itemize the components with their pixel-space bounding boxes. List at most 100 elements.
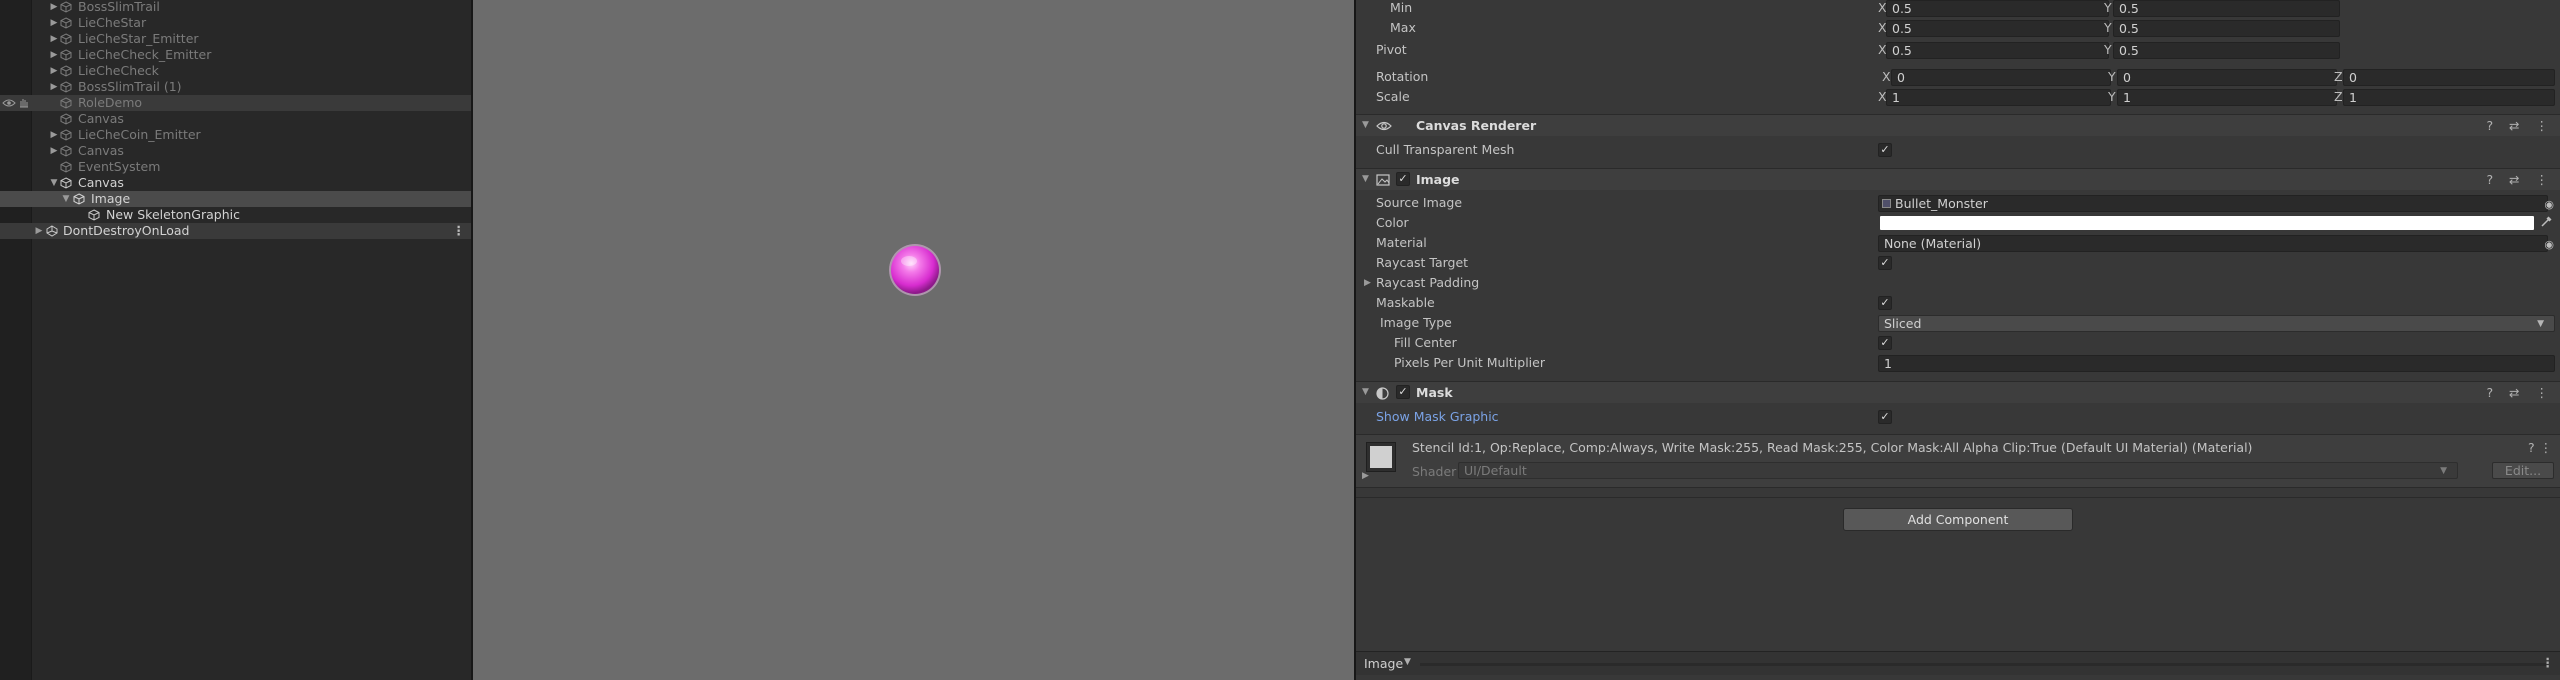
pixels-per-unit-field[interactable]: 1 bbox=[1878, 355, 2555, 372]
hierarchy-item-label: DontDestroyOnLoad bbox=[63, 223, 190, 238]
component-title: Image bbox=[1416, 172, 1460, 187]
pivot-y-field[interactable]: 0.5 bbox=[2113, 42, 2340, 59]
foldout-arrow-icon[interactable]: ▶ bbox=[1362, 471, 1369, 481]
preview-title[interactable]: Image bbox=[1364, 656, 1403, 671]
expand-arrow-icon[interactable]: ▶ bbox=[49, 143, 59, 159]
gameobject-cube-icon bbox=[60, 81, 72, 93]
scale-z-field[interactable]: 1 bbox=[2343, 89, 2555, 106]
collapse-arrow-icon[interactable]: ▼ bbox=[49, 175, 59, 191]
material-preview-block: Stencil Id:1, Op:Replace, Comp:Always, W… bbox=[1356, 434, 2560, 488]
expand-arrow-icon[interactable]: ▶ bbox=[49, 31, 59, 47]
image-component-header[interactable]: ▼ ✓ Image ? ⇄ ⋮ bbox=[1356, 168, 2560, 190]
hierarchy-item-canvas-2[interactable]: ▶ Canvas bbox=[0, 143, 471, 159]
color-swatch[interactable] bbox=[1880, 216, 2534, 230]
hierarchy-item-label: LieCheStar bbox=[78, 15, 147, 30]
rotation-x-field[interactable]: 0 bbox=[1891, 69, 2111, 86]
hierarchy-item-eventsystem[interactable]: EventSystem bbox=[0, 159, 471, 175]
raycast-padding-row[interactable]: ▶ Raycast Padding bbox=[1356, 273, 2560, 293]
scene-view[interactable] bbox=[473, 0, 1354, 680]
scale-x-field[interactable]: 1 bbox=[1886, 89, 2111, 106]
hierarchy-item-dontdestroyonload[interactable]: ▶ DontDestroyOnLoad ⋮ bbox=[0, 223, 471, 239]
anchor-max-y-field[interactable]: 0.5 bbox=[2113, 20, 2340, 37]
mask-enabled-checkbox[interactable]: ✓ bbox=[1396, 385, 1410, 399]
bullet-orb-sprite bbox=[889, 244, 941, 296]
expand-arrow-icon[interactable]: ▶ bbox=[49, 127, 59, 143]
hierarchy-item-canvas[interactable]: Canvas bbox=[0, 111, 471, 127]
gameobject-cube-icon bbox=[88, 209, 100, 221]
expand-arrow-icon[interactable]: ▶ bbox=[49, 15, 59, 31]
hierarchy-panel: ▶ BossSlimTrail ▶ LieCheStar ▶ LieCheSta… bbox=[0, 0, 471, 680]
image-type-dropdown[interactable]: Sliced ▼ bbox=[1878, 315, 2555, 332]
scale-row: Scale X 1 Y 1 Z 1 bbox=[1356, 87, 2560, 107]
anchor-min-x-field[interactable]: 0.5 bbox=[1886, 0, 2109, 17]
axis-label: Y bbox=[2108, 89, 2116, 104]
more-options-icon[interactable]: ⋮ bbox=[453, 223, 466, 239]
fill-center-checkbox[interactable]: ✓ bbox=[1878, 336, 1892, 350]
hierarchy-item-liechecoin-emitter[interactable]: ▶ LieCheCoin_Emitter bbox=[0, 127, 471, 143]
component-header-icons[interactable]: ? ⇄ ⋮ bbox=[2486, 115, 2554, 136]
image-enabled-checkbox[interactable]: ✓ bbox=[1396, 172, 1410, 186]
component-title: Canvas Renderer bbox=[1416, 118, 1537, 133]
fill-center-row: Fill Center ✓ bbox=[1356, 333, 2560, 353]
add-component-button[interactable]: Add Component bbox=[1843, 508, 2073, 531]
foldout-arrow-icon[interactable]: ▼ bbox=[1362, 169, 1369, 190]
pickable-hand-icon[interactable] bbox=[18, 98, 30, 108]
material-header-icons[interactable]: ?⋮ bbox=[2528, 440, 2557, 455]
hierarchy-item-image[interactable]: ▼ Image bbox=[0, 191, 471, 207]
anchor-max-x-field[interactable]: 0.5 bbox=[1886, 20, 2109, 37]
expand-arrow-icon[interactable]: ▶ bbox=[49, 79, 59, 95]
mask-component-header[interactable]: ▼ ✓ Mask ? ⇄ ⋮ bbox=[1356, 381, 2560, 403]
hierarchy-item-liechestar-emitter[interactable]: ▶ LieCheStar_Emitter bbox=[0, 31, 471, 47]
rotation-z-field[interactable]: 0 bbox=[2343, 69, 2555, 86]
expand-arrow-icon[interactable]: ▶ bbox=[49, 47, 59, 63]
shader-edit-button[interactable]: Edit... bbox=[2492, 462, 2554, 479]
hierarchy-item-liechestar[interactable]: ▶ LieCheStar bbox=[0, 15, 471, 31]
hierarchy-item-liechecheck-emitter[interactable]: ▶ LieCheCheck_Emitter bbox=[0, 47, 471, 63]
object-picker-icon[interactable]: ◉ bbox=[2544, 235, 2554, 255]
field-label: Image Type bbox=[1380, 315, 1452, 330]
raycast-target-checkbox[interactable]: ✓ bbox=[1878, 256, 1892, 270]
expand-arrow-icon[interactable]: ▶ bbox=[34, 223, 44, 239]
shader-label: Shader bbox=[1412, 464, 1457, 479]
show-mask-graphic-checkbox[interactable]: ✓ bbox=[1878, 410, 1892, 424]
hierarchy-item-canvas-3[interactable]: ▼ Canvas bbox=[0, 175, 471, 191]
hierarchy-item-bossslimtrail[interactable]: ▶ BossSlimTrail bbox=[0, 0, 471, 15]
component-header-icons[interactable]: ? ⇄ ⋮ bbox=[2486, 382, 2554, 403]
pivot-x-field[interactable]: 0.5 bbox=[1886, 42, 2109, 59]
rotation-y-field[interactable]: 0 bbox=[2117, 69, 2337, 86]
component-header-icons[interactable]: ? ⇄ ⋮ bbox=[2486, 169, 2554, 190]
dropdown-arrow-icon[interactable]: ▼ bbox=[1404, 657, 1411, 667]
source-image-field[interactable]: Bullet_Monster bbox=[1878, 195, 2548, 212]
hierarchy-item-liechecheck[interactable]: ▶ LieCheCheck bbox=[0, 63, 471, 79]
axis-label: X bbox=[1882, 69, 1891, 84]
hierarchy-item-label: Image bbox=[91, 191, 131, 206]
scale-y-field[interactable]: 1 bbox=[2117, 89, 2337, 106]
dropdown-arrow-icon: ▼ bbox=[2440, 466, 2447, 476]
more-options-icon[interactable]: ⋮ bbox=[2542, 655, 2555, 670]
gameobject-cube-icon bbox=[60, 113, 72, 125]
hierarchy-item-bossslimtrail-1[interactable]: ▶ BossSlimTrail (1) bbox=[0, 79, 471, 95]
material-description: Stencil Id:1, Op:Replace, Comp:Always, W… bbox=[1412, 440, 2253, 455]
gameobject-cube-icon bbox=[60, 129, 72, 141]
field-label: Show Mask Graphic bbox=[1376, 409, 1499, 424]
eyedropper-icon[interactable] bbox=[2540, 216, 2552, 228]
hierarchy-item-new-skeletongraphic[interactable]: New SkeletonGraphic bbox=[0, 207, 471, 223]
expand-arrow-icon[interactable]: ▶ bbox=[49, 63, 59, 79]
foldout-arrow-icon[interactable]: ▶ bbox=[1364, 273, 1371, 293]
hierarchy-item-roledemo[interactable]: RoleDemo bbox=[0, 95, 471, 111]
canvas-renderer-header[interactable]: ▼ Canvas Renderer ? ⇄ ⋮ bbox=[1356, 114, 2560, 136]
anchor-min-y-field[interactable]: 0.5 bbox=[2113, 0, 2340, 17]
preview-resize-handle[interactable] bbox=[1420, 663, 2546, 666]
collapse-arrow-icon[interactable]: ▼ bbox=[61, 191, 71, 207]
foldout-arrow-icon[interactable]: ▼ bbox=[1362, 382, 1369, 403]
shader-dropdown[interactable]: UI/Default ▼ bbox=[1458, 462, 2458, 479]
hierarchy-item-label: LieCheStar_Emitter bbox=[78, 31, 199, 46]
maskable-checkbox[interactable]: ✓ bbox=[1878, 296, 1892, 310]
foldout-arrow-icon[interactable]: ▼ bbox=[1362, 115, 1369, 136]
cull-transparent-mesh-checkbox[interactable]: ✓ bbox=[1878, 143, 1892, 157]
expand-arrow-icon[interactable]: ▶ bbox=[49, 0, 59, 15]
dropdown-arrow-icon: ▼ bbox=[2537, 319, 2544, 329]
visibility-eye-icon[interactable] bbox=[2, 98, 16, 108]
material-field[interactable]: None (Material) bbox=[1878, 235, 2548, 252]
object-picker-icon[interactable]: ◉ bbox=[2544, 195, 2554, 215]
